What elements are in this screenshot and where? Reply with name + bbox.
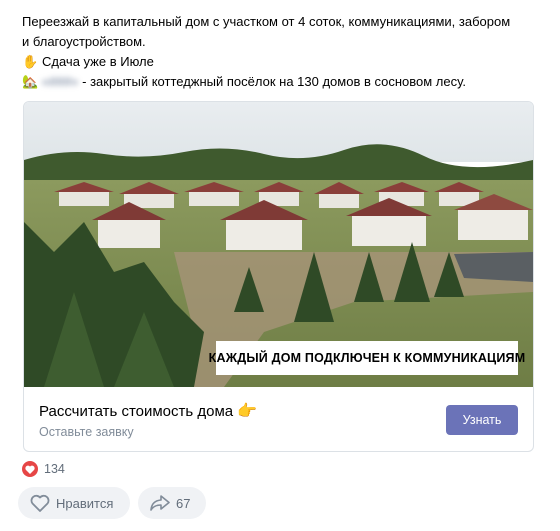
heart-outline-icon (30, 494, 50, 512)
cta-subtitle: Оставьте заявку (39, 425, 134, 439)
post-line-3-text: Сдача уже в Июле (42, 54, 154, 69)
post-line-2: и благоустройством. (22, 34, 146, 49)
likes-summary-count: 134 (44, 462, 65, 476)
share-button[interactable]: 67 (138, 487, 206, 519)
like-button-label: Нравится (56, 495, 114, 511)
ad-card-footer: Рассчитать стоимость дома 👉 Оставьте заяв… (24, 387, 533, 451)
likes-summary[interactable]: 134 (22, 460, 65, 478)
blurred-village-name[interactable]: «###» (42, 74, 78, 89)
post-line-4-text: - закрытый коттеджный посёлок на 130 дом… (82, 74, 466, 89)
post-line-1: Переезжай в капитальный дом с участком о… (22, 14, 511, 29)
house-icon: 🏡 (22, 74, 39, 89)
share-arrow-icon (150, 495, 170, 511)
post-text: Переезжай в капитальный дом с участком о… (22, 12, 537, 92)
heart-icon (22, 461, 38, 477)
cta-title-text[interactable]: Рассчитать стоимость дома (39, 403, 233, 420)
cta-title[interactable]: Рассчитать стоимость дома 👉 (39, 401, 257, 421)
video-caption: КАЖДЫЙ ДОМ ПОДКЛЮЧЕН К КОММУНИКАЦИЯМ (209, 341, 525, 375)
hand-waving-icon: ✋ (22, 54, 39, 69)
like-button[interactable]: Нравится (18, 487, 130, 519)
pointing-hand-icon: 👉 (237, 403, 258, 420)
post-line-3: ✋ Сдача уже в Июле (22, 52, 537, 72)
post-line-4: 🏡 «###» - закрытый коттеджный посёлок на 1… (22, 72, 537, 92)
ad-video-preview[interactable]: КАЖДЫЙ ДОМ ПОДКЛЮЧЕН К КОММУНИКАЦИЯМ (24, 102, 533, 387)
ad-card[interactable]: КАЖДЫЙ ДОМ ПОДКЛЮЧЕН К КОММУНИКАЦИЯМ Рас… (23, 101, 534, 452)
share-count: 67 (176, 495, 191, 511)
learn-more-button[interactable]: Узнать (446, 405, 518, 435)
